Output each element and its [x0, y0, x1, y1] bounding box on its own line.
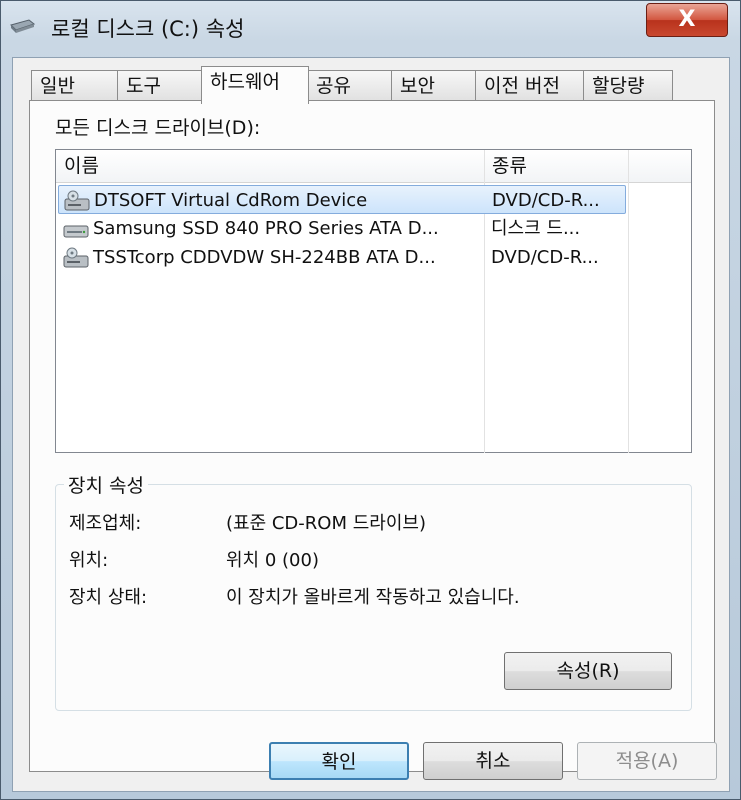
tab-label: 보안	[400, 75, 435, 97]
tab-tools[interactable]: 도구	[117, 70, 203, 102]
device-name: DTSOFT Virtual CdRom Device	[94, 190, 368, 211]
column-divider	[628, 150, 629, 453]
manufacturer-label: 제조업체:	[69, 513, 142, 534]
disk-drive-list[interactable]: 이름 종류 DTSOFT Virtual CdRom Device DVD/CD…	[55, 149, 692, 453]
tab-hardware[interactable]: 하드웨어	[201, 66, 309, 104]
tab-label: 할당량	[592, 75, 645, 97]
all-disk-drives-label: 모든 디스크 드라이브(D):	[55, 117, 261, 139]
close-icon: X	[678, 7, 696, 32]
window-title: 로컬 디스크 (C:) 속성	[51, 17, 245, 41]
device-status-value: 이 장치가 올바르게 작동하고 있습니다.	[226, 587, 520, 608]
close-button[interactable]: X	[646, 3, 728, 37]
tab-label: 공유	[316, 75, 351, 97]
device-type: DVD/CD-R...	[491, 247, 599, 268]
tab-security[interactable]: 보안	[391, 70, 477, 102]
tab-previous-versions[interactable]: 이전 버전	[475, 70, 585, 102]
cd-drive-icon	[63, 247, 89, 268]
device-properties-group: 장치 속성 제조업체: (표준 CD-ROM 드라이브) 위치: 위치 0 (0…	[55, 471, 692, 711]
tab-quota[interactable]: 할당량	[583, 70, 673, 102]
cancel-button[interactable]: 취소	[423, 742, 563, 780]
title-bar[interactable]: 로컬 디스크 (C:) 속성 X	[1, 1, 741, 53]
tab-general[interactable]: 일반	[31, 70, 119, 102]
device-name: TSSTcorp CDDVDW SH-224BB ATA D...	[93, 247, 436, 268]
group-title: 장치 속성	[64, 471, 148, 498]
device-status-label: 장치 상태:	[69, 587, 148, 608]
drive-icon	[10, 19, 35, 33]
device-type: DVD/CD-R...	[492, 190, 600, 211]
hardware-tab-panel: 모든 디스크 드라이브(D): 이름 종류 DTSOFT Virtual CdR…	[29, 100, 715, 772]
tab-label: 일반	[40, 75, 75, 97]
ok-button[interactable]: 확인	[269, 742, 409, 780]
tab-label: 도구	[126, 75, 161, 97]
location-value: 위치 0 (00)	[226, 550, 319, 571]
list-header: 이름 종류	[56, 150, 691, 183]
properties-button[interactable]: 속성(R)	[504, 652, 672, 690]
column-header-type[interactable]: 종류	[484, 150, 628, 182]
properties-window: 로컬 디스크 (C:) 속성 X 일반 도구 하드웨어 공유 보안 이전 버전 …	[0, 0, 741, 800]
list-item[interactable]: TSSTcorp CDDVDW SH-224BB ATA D... DVD/CD…	[58, 243, 626, 272]
apply-button[interactable]: 적용(A)	[577, 742, 717, 780]
location-label: 위치:	[69, 550, 109, 571]
device-name: Samsung SSD 840 PRO Series ATA D...	[93, 218, 439, 239]
device-type: 디스크 드...	[491, 218, 581, 239]
tab-label: 이전 버전	[484, 75, 560, 97]
list-item[interactable]: Samsung SSD 840 PRO Series ATA D... 디스크 …	[58, 214, 626, 243]
manufacturer-value: (표준 CD-ROM 드라이브)	[226, 513, 426, 534]
list-item[interactable]: DTSOFT Virtual CdRom Device DVD/CD-R...	[58, 185, 626, 214]
tab-sharing[interactable]: 공유	[307, 70, 393, 102]
column-header-name[interactable]: 이름	[56, 150, 484, 182]
tab-label: 하드웨어	[210, 71, 280, 93]
dialog-client-area: 일반 도구 하드웨어 공유 보안 이전 버전 할당량 모든 디스크 드라이브(D…	[12, 57, 730, 792]
hard-disk-icon	[63, 225, 89, 238]
cd-drive-icon	[64, 190, 90, 211]
